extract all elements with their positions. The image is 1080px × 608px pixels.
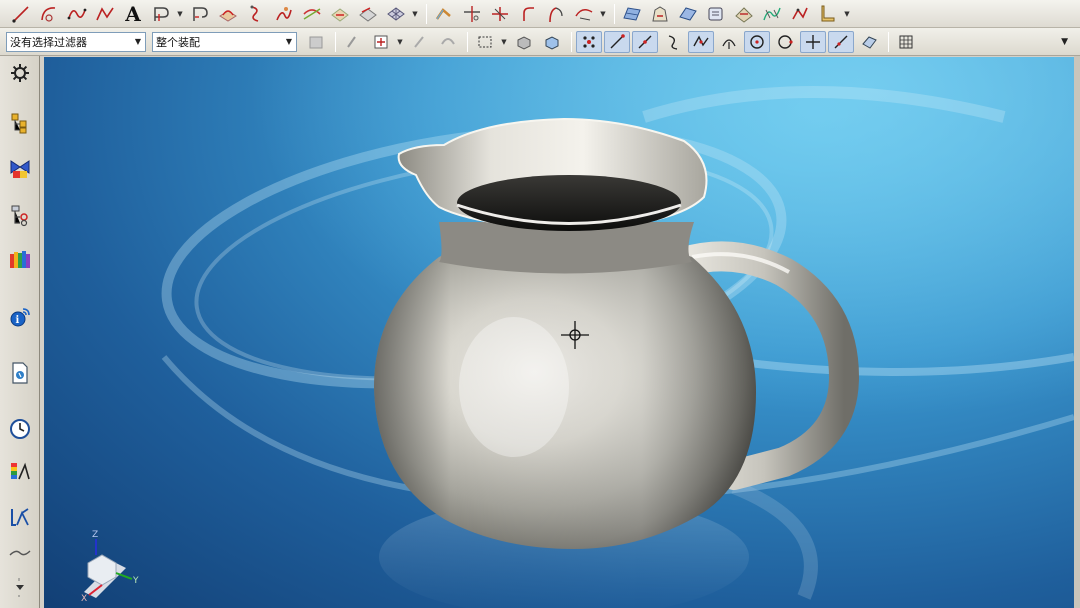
project-curve-icon[interactable]: [215, 3, 241, 25]
separator: [571, 31, 572, 52]
rectangle-select-icon[interactable]: [472, 31, 498, 53]
grid-icon[interactable]: [893, 31, 919, 53]
mid-point-icon[interactable]: [632, 30, 658, 53]
selection-toolbar: 没有选择过滤器 ▼ 整个装配 ▼ ▼ ▼ ▼: [0, 28, 1080, 56]
3d-scene[interactable]: X Y Z: [44, 57, 1074, 608]
helix-icon[interactable]: [271, 3, 297, 25]
face-blend-icon[interactable]: [675, 3, 701, 25]
point-on-curve-icon[interactable]: [828, 30, 854, 53]
filter-settings-icon[interactable]: [303, 31, 329, 53]
existing-point-icon[interactable]: [800, 30, 826, 53]
roles-icon[interactable]: [7, 458, 33, 484]
arc-center-icon[interactable]: [716, 31, 742, 53]
separator: [614, 3, 615, 24]
extract-curve-icon[interactable]: [355, 3, 381, 25]
deselect-icon[interactable]: [407, 31, 433, 53]
select-feature-icon[interactable]: [340, 31, 366, 53]
dropdown-arrow[interactable]: ▼: [396, 38, 404, 46]
body-highlight: [459, 317, 569, 457]
point-on-surface-icon[interactable]: [856, 31, 882, 53]
text-icon[interactable]: A: [120, 3, 146, 25]
nx-cad-window: A ▼ ▼ ▼ ▼ 没有选择过滤器 ▼ 整个装配 ▼ ▼ ▼ ▼ i X Y Z: [0, 0, 1080, 608]
snap-enable-icon[interactable]: [576, 30, 602, 53]
arc-icon[interactable]: [36, 3, 62, 25]
fillet-curve-icon[interactable]: [515, 3, 541, 25]
system-materials-icon[interactable]: [7, 504, 33, 530]
type-filter-value: 没有选择过滤器: [10, 35, 87, 49]
circle-center-icon[interactable]: [744, 30, 770, 53]
svg-text:i: i: [16, 315, 20, 326]
dropdown-arrow[interactable]: ▼: [500, 38, 508, 46]
wave-divider-icon: [7, 540, 33, 566]
intersection-point-icon[interactable]: [688, 30, 714, 53]
type-filter-select[interactable]: 没有选择过滤器 ▼: [6, 31, 146, 52]
separator: [888, 31, 889, 52]
curve-edit-icon[interactable]: [431, 3, 457, 25]
through-curves-icon[interactable]: [571, 3, 597, 25]
chevron-down-icon: ▼: [285, 37, 293, 46]
spline-icon[interactable]: [64, 3, 90, 25]
separator: [467, 31, 468, 52]
dropdown-arrow[interactable]: ▼: [411, 10, 419, 18]
part-navigator-icon[interactable]: [7, 202, 33, 228]
dropdown-arrow[interactable]: ▼: [843, 10, 851, 18]
control-point-icon[interactable]: [660, 31, 686, 53]
n-sided-surface-icon[interactable]: [647, 3, 673, 25]
chevron-down-icon: ▼: [134, 37, 142, 46]
offset-curve-icon[interactable]: [148, 3, 174, 25]
resource-bar: i: [0, 56, 40, 608]
end-point-icon[interactable]: [604, 30, 630, 53]
trim-curve-icon[interactable]: [459, 3, 485, 25]
constraint-navigator-icon[interactable]: [7, 156, 33, 182]
x-axis-label: X: [81, 594, 87, 604]
curve-on-surface-icon[interactable]: [243, 3, 269, 25]
deviation-check-icon[interactable]: [787, 3, 813, 25]
web-browser-icon[interactable]: i: [7, 304, 33, 330]
z-axis-label: Z: [92, 530, 98, 540]
swept-surface-icon[interactable]: [619, 3, 645, 25]
selection-scope-value: 整个装配: [156, 35, 200, 49]
intersection-curve-icon[interactable]: [299, 3, 325, 25]
trimmed-sheet-icon[interactable]: [731, 3, 757, 25]
dropdown-arrow[interactable]: ▼: [176, 10, 184, 18]
resource-bar-options-icon[interactable]: [7, 574, 33, 600]
isoparametric-curve-icon[interactable]: [383, 3, 409, 25]
text-glyph: A: [125, 1, 141, 26]
selection-scope-select[interactable]: 整个装配 ▼: [152, 31, 297, 52]
separator: [335, 31, 336, 52]
history-icon[interactable]: [7, 360, 33, 386]
y-axis-label: Y: [132, 576, 139, 586]
graphics-window[interactable]: X Y Z: [44, 57, 1074, 608]
settings-gear-icon[interactable]: [7, 60, 33, 86]
assembly-navigator-icon[interactable]: [7, 110, 33, 136]
window-right-edge: [1074, 56, 1080, 608]
reuse-library-icon[interactable]: [7, 246, 33, 272]
select-body-icon[interactable]: [511, 31, 537, 53]
select-all-icon[interactable]: [368, 31, 394, 53]
snap-history-icon[interactable]: [435, 31, 461, 53]
offset-surface-icon[interactable]: [703, 3, 729, 25]
toolbar-overflow-icon[interactable]: ▼: [1061, 37, 1068, 47]
line-icon[interactable]: [8, 3, 34, 25]
boot-shape-icon[interactable]: [815, 3, 841, 25]
select-solid-icon[interactable]: [539, 31, 565, 53]
separator: [426, 3, 427, 24]
split-curve-icon[interactable]: [487, 3, 513, 25]
curve-surface-toolbar: A ▼ ▼ ▼ ▼: [0, 0, 1080, 28]
bridge-curve-icon[interactable]: [187, 3, 213, 25]
analysis-curvature-icon[interactable]: [759, 3, 785, 25]
polyline-icon[interactable]: [92, 3, 118, 25]
process-studio-icon[interactable]: [7, 416, 33, 442]
dropdown-arrow[interactable]: ▼: [599, 10, 607, 18]
curve-length-icon[interactable]: [543, 3, 569, 25]
section-curve-icon[interactable]: [327, 3, 353, 25]
quadrant-point-icon[interactable]: [772, 31, 798, 53]
